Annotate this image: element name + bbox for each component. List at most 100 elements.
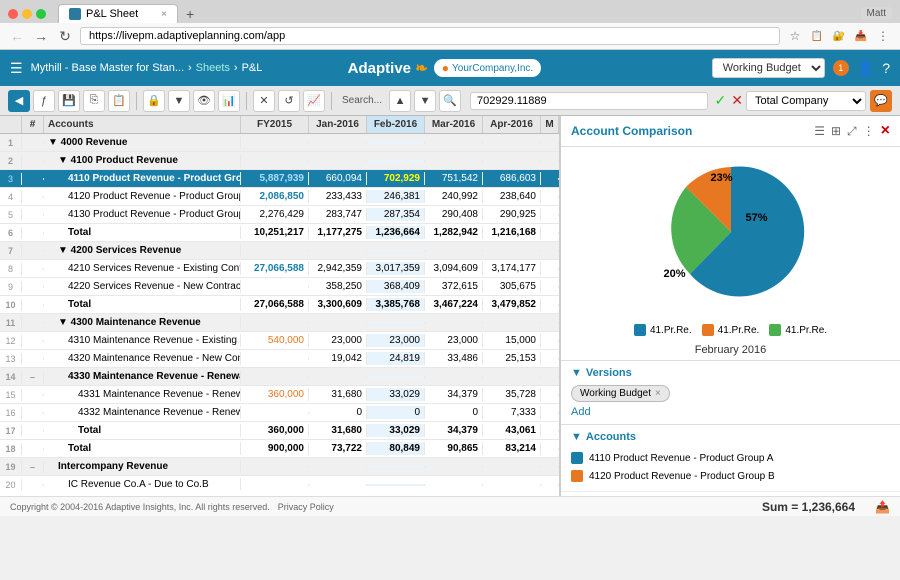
table-row[interactable]: 11 ▼ 4300 Maintenance Revenue [0, 314, 559, 332]
search-down-btn[interactable]: ▼ [414, 90, 436, 112]
cell-m [541, 268, 559, 270]
table-row[interactable]: 6 Total 10,251,217 1,177,275 1,236,664 1… [0, 224, 559, 242]
refresh-data-btn[interactable]: ↺ [278, 90, 300, 112]
hamburger-menu-btn[interactable]: ☰ [10, 60, 23, 77]
view-btn[interactable]: 👁 [193, 90, 215, 112]
account-item-2[interactable]: 4120 Product Revenue - Product Group B [571, 467, 890, 485]
minimize-window-btn[interactable] [22, 9, 32, 19]
ext-btn1[interactable]: 📋 [808, 27, 826, 45]
copy-btn[interactable]: ⎘ [83, 90, 105, 112]
working-budget-select[interactable]: Working Budget [712, 58, 825, 78]
filter-btn[interactable]: ▼ [168, 90, 190, 112]
refresh-btn[interactable]: ↻ [56, 27, 74, 45]
cell-apr: 25,153 [483, 352, 541, 365]
formula-input[interactable] [470, 92, 708, 110]
search-up-btn[interactable]: ▲ [389, 90, 411, 112]
company-badge: ● YourCompany,Inc. [434, 59, 541, 77]
help-btn[interactable]: ? [882, 60, 890, 76]
active-tab[interactable]: P&L Sheet × [58, 4, 178, 23]
formula-cancel-btn[interactable]: ✕ [731, 92, 743, 109]
ext-btn3[interactable]: 📥 [852, 27, 870, 45]
find-btn[interactable]: 🔍 [439, 90, 461, 112]
sheets-breadcrumb[interactable]: Sheets [196, 62, 230, 74]
forward-btn[interactable]: → [32, 27, 50, 45]
total-company-select[interactable]: Total Company [746, 91, 866, 111]
paste-btn[interactable]: 📋 [108, 90, 130, 112]
cell-account: 4330 Maintenance Revenue - Renewals [44, 370, 241, 383]
pie-label-23: 23% [711, 172, 733, 184]
table-row[interactable]: 1 ▼ 4000 Revenue [0, 134, 559, 152]
cell-fy2015 [241, 412, 309, 414]
cell-mar: 372,615 [425, 280, 483, 293]
versions-title[interactable]: ▼ Versions [571, 367, 890, 379]
cell-m [541, 250, 559, 252]
bookmark-btn[interactable]: ☆ [786, 27, 804, 45]
table-row[interactable]: 2 ▼ 4100 Product Revenue [0, 152, 559, 170]
accounts-title[interactable]: ▼ Accounts [571, 431, 890, 443]
cell-hash [22, 322, 44, 324]
accounts-section: ▼ Accounts 4110 Product Revenue - Produc… [561, 424, 900, 491]
privacy-link[interactable]: Privacy Policy [278, 502, 334, 512]
panel-options-icon[interactable]: ⋮ [863, 124, 875, 138]
chart2-btn[interactable]: 📈 [303, 90, 325, 112]
url-bar[interactable] [80, 27, 780, 45]
panel-grid-icon[interactable]: ⊞ [831, 124, 841, 138]
cell-account: ▼ 4000 Revenue [44, 136, 241, 149]
table-row[interactable]: 18 Total 900,000 73,722 80,849 90,865 83… [0, 440, 559, 458]
chart-btn[interactable]: 📊 [218, 90, 240, 112]
panel-expand-icon[interactable]: ⤢ [847, 124, 857, 139]
cell-apr: 3,174,177 [483, 262, 541, 275]
table-row[interactable]: 20 IC Revenue Co.A - Due to Co.B [0, 476, 559, 490]
cell-feb [367, 322, 425, 324]
table-row[interactable]: 4 4120 Product Revenue - Product Group B… [0, 188, 559, 206]
formula-confirm-btn[interactable]: ✓ [715, 92, 727, 109]
table-row[interactable]: 17 Total 360,000 31,680 33,029 34,379 43… [0, 422, 559, 440]
table-row[interactable]: 14 – 4330 Maintenance Revenue - Renewals [0, 368, 559, 386]
close-window-btn[interactable] [8, 9, 18, 19]
breadcrumb-sep2: › [234, 62, 238, 74]
tag-remove-btn[interactable]: × [655, 388, 661, 399]
table-row[interactable]: 19 – Intercompany Revenue [0, 458, 559, 476]
legend-label-3: 41.Pr.Re. [785, 325, 827, 336]
spreadsheet: # Accounts FY2015 Jan-2016 Feb-2016 Mar-… [0, 116, 560, 496]
panel-list-icon[interactable]: ☰ [814, 124, 825, 138]
cell-rownum: 7 [0, 245, 22, 257]
legend-color-2 [702, 324, 714, 336]
pie-chart: 57% 23% 20% [656, 157, 806, 310]
table-row[interactable]: 16 4332 Maintenance Revenue - Renewals /… [0, 404, 559, 422]
formula-btn[interactable]: ƒ [33, 90, 55, 112]
save-btn[interactable]: 💾 [58, 90, 80, 112]
table-row[interactable]: 10 Total 27,066,588 3,300,609 3,385,768 … [0, 296, 559, 314]
add-version-btn[interactable]: Add [571, 406, 890, 418]
ext-btn2[interactable]: 🔐 [830, 27, 848, 45]
table-row[interactable]: 15 4331 Maintenance Revenue - Renewals /… [0, 386, 559, 404]
table-row[interactable]: 12 4310 Maintenance Revenue - Existing C… [0, 332, 559, 350]
export-icon[interactable]: 📤 [875, 500, 890, 514]
table-row[interactable]: 13 4320 Maintenance Revenue - New Contra… [0, 350, 559, 368]
cell-rownum: 11 [0, 317, 22, 329]
delete-btn[interactable]: ✕ [253, 90, 275, 112]
sheet-body[interactable]: 1 ▼ 4000 Revenue 2 ▼ 4100 Product Revenu… [0, 134, 559, 490]
cell-mar [425, 322, 483, 324]
table-row[interactable]: 8 4210 Services Revenue - Existing Contr… [0, 260, 559, 278]
nav-prev-btn[interactable]: ◀ [8, 90, 30, 112]
table-row[interactable]: 9 4220 Services Revenue - New Contracts … [0, 278, 559, 296]
comment-btn[interactable]: 💬 [870, 90, 892, 112]
cell-hash [22, 196, 44, 198]
table-row[interactable]: 5 4130 Product Revenue - Product Group C… [0, 206, 559, 224]
menu-btn[interactable]: ⋮ [874, 27, 892, 45]
tab-close-btn[interactable]: × [161, 9, 167, 20]
cell-hash [22, 394, 44, 396]
cell-hash: – [22, 371, 44, 383]
fullscreen-window-btn[interactable] [36, 9, 46, 19]
back-btn[interactable]: ← [8, 27, 26, 45]
working-budget-tag[interactable]: Working Budget × [571, 385, 670, 402]
notification-badge[interactable]: 1 [833, 60, 849, 76]
table-row[interactable]: 3 4110 Product Revenue - Product Group A… [0, 170, 559, 188]
lock-btn[interactable]: 🔒 [143, 90, 165, 112]
new-tab-btn[interactable]: + [186, 6, 194, 22]
table-row[interactable]: 7 ▼ 4200 Services Revenue [0, 242, 559, 260]
panel-close-btn[interactable]: × [881, 122, 890, 140]
account-item-1[interactable]: 4110 Product Revenue - Product Group A [571, 449, 890, 467]
user-icon[interactable]: 👤 [857, 60, 874, 77]
